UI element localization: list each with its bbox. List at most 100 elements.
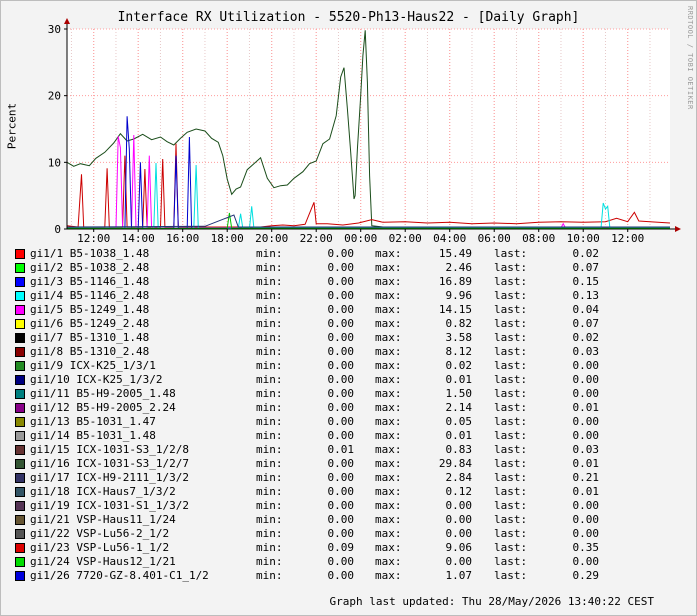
- last-label: last:: [494, 373, 528, 386]
- x-tick-label: 04:00: [433, 232, 466, 245]
- min-value: 0.00: [327, 331, 355, 344]
- max-value: 16.89: [438, 275, 472, 288]
- legend-swatch: [15, 473, 25, 483]
- last-label: last:: [494, 443, 528, 456]
- max-value: 9.06: [445, 541, 473, 554]
- legend-row: gi1/14 B5-1031_1.48 min: 0.00 max: 0.01 last:…: [0, 429, 697, 443]
- min-label: min:: [256, 429, 283, 442]
- legend-name: gi1/7 B5-1310_1.48: [30, 331, 150, 344]
- min-value: 0.00: [327, 317, 355, 330]
- min-label: min:: [256, 289, 283, 302]
- max-value: 0.12: [445, 485, 473, 498]
- min-value: 0.00: [327, 527, 355, 540]
- min-value: 0.01: [327, 443, 355, 456]
- x-tick-label: 02:00: [389, 232, 422, 245]
- last-value: 0.02: [572, 331, 600, 344]
- min-value: 0.00: [327, 471, 355, 484]
- legend-swatch: [15, 291, 25, 301]
- x-tick-label: 22:00: [300, 232, 333, 245]
- max-value: 3.58: [445, 331, 473, 344]
- legend-swatch: [15, 417, 25, 427]
- legend-swatch: [15, 445, 25, 455]
- min-label: min:: [256, 331, 283, 344]
- legend-row: gi1/18 ICX-Haus7_1/3/2 min: 0.00 max: 0.12 la…: [0, 485, 697, 499]
- max-label: max:: [375, 303, 402, 316]
- last-value: 0.01: [572, 457, 600, 470]
- max-label: max:: [375, 457, 402, 470]
- max-label: max:: [375, 527, 402, 540]
- legend-row: gi1/4 B5-1146_2.48 min: 0.00 max: 9.96 last: 0…: [0, 289, 697, 303]
- min-label: min:: [256, 261, 283, 274]
- last-label: last:: [494, 415, 528, 428]
- max-value: 2.14: [445, 401, 473, 414]
- last-value: 0.29: [572, 569, 600, 582]
- max-label: max:: [375, 499, 402, 512]
- legend-name: gi1/23 VSP-Lu56-1_1/2: [30, 541, 170, 554]
- last-value: 0.01: [572, 401, 600, 414]
- min-label: min:: [256, 401, 283, 414]
- legend-swatch: [15, 263, 25, 273]
- max-value: 0.00: [445, 527, 473, 540]
- max-label: max:: [375, 429, 402, 442]
- max-label: max:: [375, 541, 402, 554]
- legend-swatch: [15, 459, 25, 469]
- legend-name: gi1/12 B5-H9-2005_2.24: [30, 401, 176, 414]
- legend-swatch: [15, 361, 25, 371]
- last-value: 0.00: [572, 359, 600, 372]
- legend-name: gi1/18 ICX-Haus7_1/3/2: [30, 485, 176, 498]
- legend-swatch: [15, 515, 25, 525]
- x-axis-arrow: [675, 226, 681, 232]
- min-value: 0.00: [327, 247, 355, 260]
- max-label: max:: [375, 331, 402, 344]
- legend-swatch: [15, 557, 25, 567]
- max-value: 0.82: [445, 317, 473, 330]
- last-value: 0.00: [572, 513, 600, 526]
- max-value: 0.02: [445, 359, 473, 372]
- legend-swatch: [15, 333, 25, 343]
- min-value: 0.00: [327, 387, 355, 400]
- legend-row: gi1/5 B5-1249_1.48 min: 0.00 max: 14.15 last:…: [0, 303, 697, 317]
- min-value: 0.00: [327, 415, 355, 428]
- min-label: min:: [256, 471, 283, 484]
- legend-swatch: [15, 431, 25, 441]
- min-value: 0.00: [327, 345, 355, 358]
- legend-row: gi1/19 ICX-1031-S1_1/3/2 min: 0.00 max: 0.00…: [0, 499, 697, 513]
- min-label: min:: [256, 457, 283, 470]
- min-value: 0.00: [327, 401, 355, 414]
- min-value: 0.00: [327, 555, 355, 568]
- legend-name: gi1/5 B5-1249_1.48: [30, 303, 150, 316]
- min-value: 0.00: [327, 289, 355, 302]
- last-label: last:: [494, 359, 528, 372]
- last-label: last:: [494, 429, 528, 442]
- min-label: min:: [256, 569, 283, 582]
- last-value: 0.15: [572, 275, 600, 288]
- max-value: 8.12: [445, 345, 473, 358]
- max-label: max:: [375, 261, 402, 274]
- legend-name: gi1/9 ICX-K25_1/3/1: [30, 359, 156, 372]
- legend-swatch: [15, 487, 25, 497]
- min-label: min:: [256, 415, 283, 428]
- last-value: 0.00: [572, 415, 600, 428]
- min-label: min:: [256, 499, 283, 512]
- max-value: 29.84: [438, 457, 472, 470]
- legend-row: gi1/24 VSP-Haus12_1/21 min: 0.00 max: 0.00 la…: [0, 555, 697, 569]
- legend-swatch: [15, 501, 25, 511]
- min-value: 0.00: [327, 359, 355, 372]
- last-value: 0.03: [572, 345, 600, 358]
- last-value: 0.00: [572, 387, 600, 400]
- min-value: 0.00: [327, 275, 355, 288]
- last-value: 0.35: [572, 541, 600, 554]
- max-label: max:: [375, 513, 402, 526]
- min-label: min:: [256, 527, 283, 540]
- max-label: max:: [375, 387, 402, 400]
- max-label: max:: [375, 471, 402, 484]
- last-value: 0.03: [572, 443, 600, 456]
- max-label: max:: [375, 247, 402, 260]
- x-tick-label: 10:00: [567, 232, 600, 245]
- max-value: 0.01: [445, 373, 473, 386]
- max-value: 0.00: [445, 499, 473, 512]
- max-label: max:: [375, 345, 402, 358]
- legend-row: gi1/10 ICX-K25_1/3/2 min: 0.00 max: 0.01 last…: [0, 373, 697, 387]
- last-label: last:: [494, 275, 528, 288]
- legend-row: gi1/26 7720-GZ-8.401-C1_1/2 min: 0.00 max: 1…: [0, 569, 697, 583]
